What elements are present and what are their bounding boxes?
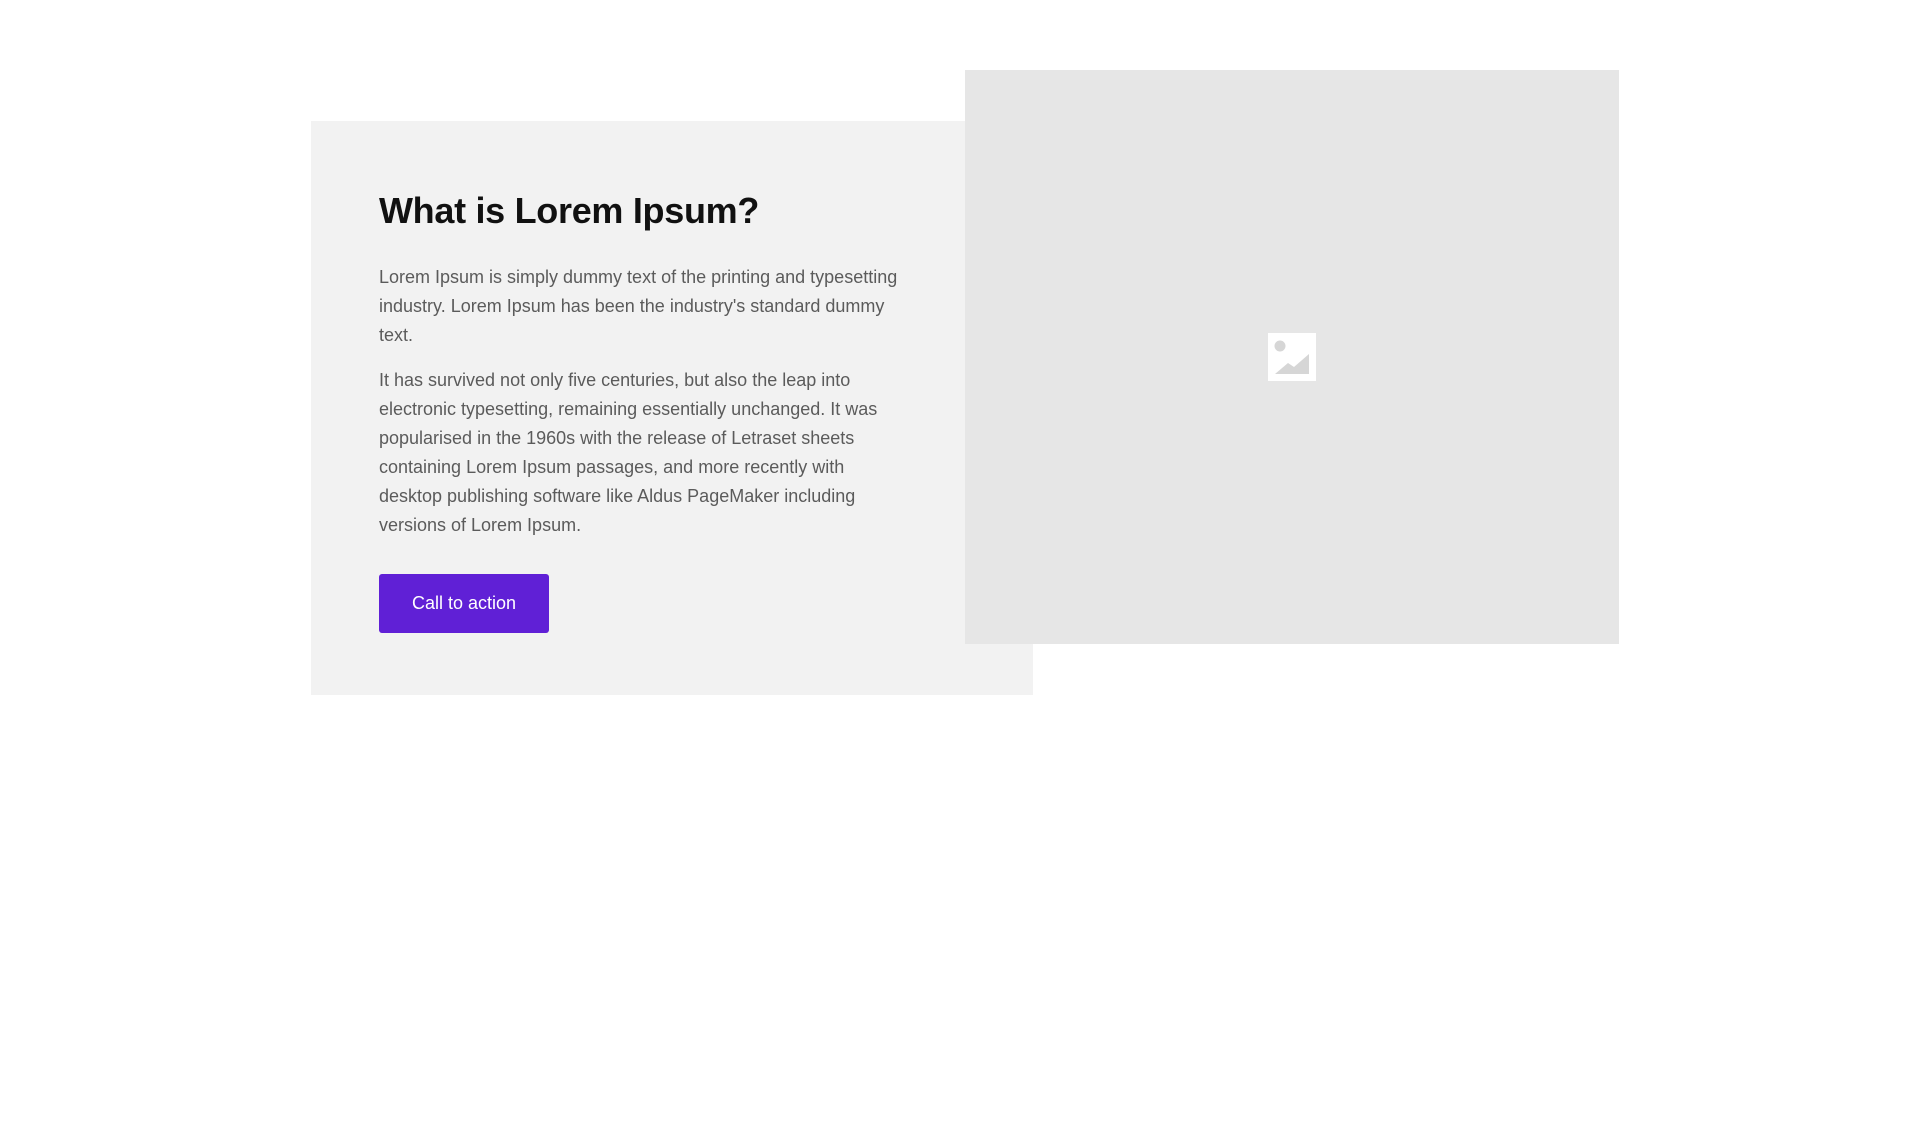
call-to-action-button[interactable]: Call to action [379, 574, 549, 633]
body-paragraph: It has survived not only five centuries,… [379, 370, 878, 535]
intro-paragraph: Lorem Ipsum is simply dummy text of the … [379, 267, 898, 345]
page: What is Lorem Ipsum? Lorem Ipsum is simp… [0, 0, 1920, 1140]
section-heading: What is Lorem Ipsum? [379, 190, 760, 231]
image-icon-graphic [1268, 333, 1316, 381]
image-placeholder-icon [1268, 333, 1316, 381]
content-card-inner: What is Lorem Ipsum? Lorem Ipsum is simp… [379, 189, 899, 633]
image-placeholder [965, 70, 1619, 644]
content-card: What is Lorem Ipsum? Lorem Ipsum is simp… [311, 121, 1033, 695]
